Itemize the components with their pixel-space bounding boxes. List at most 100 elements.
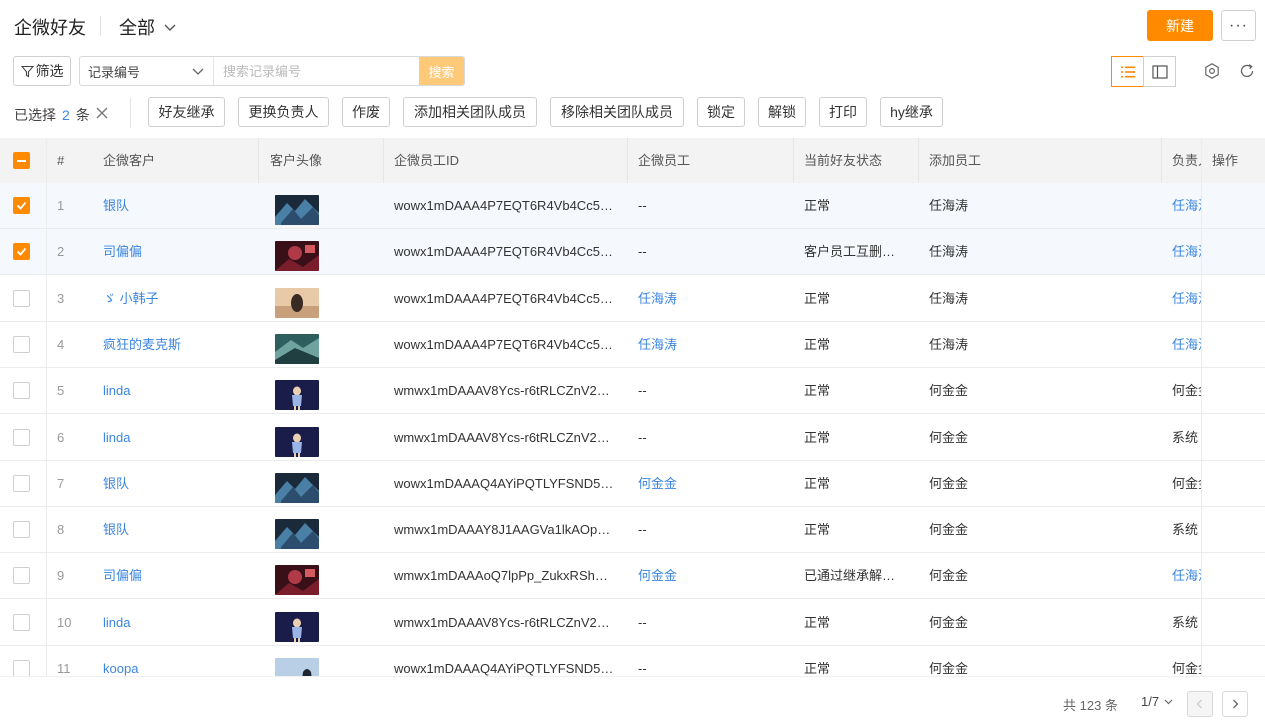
refresh-button[interactable] <box>1237 61 1257 81</box>
employee-cell[interactable]: 任海涛 <box>638 276 788 322</box>
employee-cell[interactable]: 何金金 <box>638 553 788 599</box>
customer-avatar[interactable] <box>275 658 319 676</box>
customer-avatar[interactable] <box>275 426 319 457</box>
table-row[interactable]: 1 银队 wowx1mDAAA4P7EQT6R4Vb4Cc5… -- 正常 任海涛 任海涛 <box>0 183 1265 229</box>
customer-avatar[interactable] <box>275 195 319 225</box>
status-cell: 正常 <box>804 475 831 491</box>
row-checkbox[interactable] <box>13 197 30 214</box>
status-cell: 正常 <box>804 429 831 445</box>
column-header-customer[interactable]: 企微客户 <box>103 138 155 183</box>
column-separator <box>258 138 259 183</box>
employee-id-cell: wmwx1mDAAAoQ7lpPp_ZukxRSh… <box>394 568 608 584</box>
table-row[interactable]: 10 linda wmwx1mDAAAV8Ycs-r6tRLCZnV2… -- 正常 何金… <box>0 600 1265 646</box>
unlock-button[interactable]: 解锁 <box>758 97 806 127</box>
remove-team-member-button[interactable]: 移除相关团队成员 <box>550 97 684 127</box>
new-button[interactable]: 新建 <box>1147 10 1213 41</box>
prev-page-button[interactable] <box>1187 691 1213 717</box>
table-row[interactable]: 9 司偏偏 wmwx1mDAAAoQ7lpPp_ZukxRSh… 何金金 已通过继承解…… <box>0 553 1265 600</box>
table-row[interactable]: 4 疯狂的麦克斯 wowx1mDAAA4P7EQT6R4Vb4Cc5… 任海涛 正常 任海… <box>0 322 1265 368</box>
page-selector[interactable]: 1/7 <box>1141 694 1174 709</box>
employee-id-cell: wowx1mDAAA4P7EQT6R4Vb4Cc5… <box>394 198 613 213</box>
customer-cell[interactable]: ゞ 小韩子 <box>103 276 253 322</box>
customer-cell[interactable]: 司偏偏 <box>103 229 253 275</box>
select-all-checkbox[interactable] <box>13 152 30 169</box>
customer-cell[interactable]: koopa <box>103 646 253 676</box>
row-index: 5 <box>57 383 65 399</box>
customer-cell[interactable]: linda <box>103 600 253 646</box>
total-count: 共 123 条 <box>1063 698 1118 713</box>
view-selector[interactable]: 全部 <box>119 14 177 40</box>
owner-cell[interactable]: 任海涛 <box>1172 183 1201 229</box>
column-header-employee-id[interactable]: 企微员工ID <box>394 138 459 183</box>
status-cell: 已通过继承解… <box>804 568 896 584</box>
employee-cell: -- <box>638 198 647 213</box>
table-row[interactable]: 8 银队 wmwx1mDAAAY8J1AAGVa1lkAOp… -- 正常 何金金 系统 <box>0 507 1265 554</box>
settings-button[interactable] <box>1202 61 1222 81</box>
owner-cell[interactable]: 任海涛 <box>1172 553 1201 599</box>
void-button[interactable]: 作废 <box>342 97 390 127</box>
customer-avatar[interactable] <box>275 380 319 411</box>
row-index: 1 <box>57 198 65 213</box>
column-header-actions: 操作 <box>1212 153 1239 168</box>
column-header-owner[interactable]: 负责人 <box>1172 138 1201 183</box>
change-owner-button[interactable]: 更换负责人 <box>238 97 329 127</box>
column-header-avatar[interactable]: 客户头像 <box>270 138 322 183</box>
row-checkbox[interactable] <box>13 660 30 676</box>
lock-button[interactable]: 锁定 <box>697 97 745 127</box>
employee-cell[interactable]: 何金金 <box>638 461 788 507</box>
row-checkbox[interactable] <box>13 289 30 307</box>
chevron-right-icon <box>1233 699 1239 709</box>
table-row[interactable]: 3ゞ 小韩子 wowx1mDAAA4P7EQT6R4Vb4Cc5… 任海涛 正常 任海涛… <box>0 276 1265 322</box>
filter-button[interactable]: 筛选 <box>13 56 71 86</box>
split-view-button[interactable] <box>1143 56 1176 87</box>
customer-cell[interactable]: 银队 <box>103 461 253 507</box>
customer-cell[interactable]: 疯狂的麦克斯 <box>103 322 253 368</box>
customer-cell[interactable]: linda <box>103 368 253 414</box>
search-input[interactable] <box>214 57 419 85</box>
customer-cell[interactable]: 银队 <box>103 507 253 553</box>
row-checkbox[interactable] <box>13 474 30 492</box>
row-checkbox[interactable] <box>13 613 30 631</box>
owner-cell[interactable]: 任海涛 <box>1172 229 1201 275</box>
employee-id-cell: wowx1mDAAAQ4AYiPQTLYFSND5… <box>394 475 614 491</box>
more-button[interactable]: ··· <box>1221 10 1256 41</box>
row-checkbox[interactable] <box>13 243 30 261</box>
list-view-button[interactable] <box>1111 56 1144 87</box>
table-row[interactable]: 7银队wowx1mDAAAQ4AYiPQTLYFSND5…何金金正常何金金何金金 <box>0 461 1265 507</box>
hy-inherit-button[interactable]: hy继承 <box>880 97 943 127</box>
column-header-employee[interactable]: 企微员工 <box>638 138 690 183</box>
column-separator <box>793 138 794 183</box>
search-button[interactable]: 搜索 <box>419 57 464 85</box>
add-team-member-button[interactable]: 添加相关团队成员 <box>403 97 537 127</box>
row-checkbox[interactable] <box>13 382 30 400</box>
customer-avatar[interactable] <box>275 472 319 503</box>
employee-cell: -- <box>638 661 647 676</box>
column-header-adder[interactable]: 添加员工 <box>929 138 981 183</box>
customer-avatar[interactable] <box>275 519 319 550</box>
clear-selection-icon[interactable] <box>95 106 109 120</box>
print-button[interactable]: 打印 <box>819 97 867 127</box>
customer-avatar[interactable] <box>275 333 319 364</box>
customer-avatar[interactable] <box>275 611 319 642</box>
customer-cell[interactable]: 司偏偏 <box>103 553 253 599</box>
table-row[interactable]: 6 linda wmwx1mDAAAV8Ycs-r6tRLCZnV2… -- 正常 何金金… <box>0 415 1265 461</box>
inherit-friend-button[interactable]: 好友继承 <box>148 97 225 127</box>
row-checkbox[interactable] <box>13 428 30 446</box>
row-checkbox[interactable] <box>13 567 30 585</box>
customer-avatar[interactable] <box>275 565 319 596</box>
customer-avatar[interactable] <box>275 287 319 318</box>
next-page-button[interactable] <box>1222 691 1248 717</box>
column-header-status[interactable]: 当前好友状态 <box>804 138 882 183</box>
customer-avatar[interactable] <box>275 241 319 272</box>
table-row[interactable]: 2 司偏偏 wowx1mDAAA4P7EQT6R4Vb4Cc5… -- 客户员工互删… 任… <box>0 229 1265 276</box>
customer-cell[interactable]: linda <box>103 415 253 461</box>
table-row[interactable]: 11 koopa wowx1mDAAAQ4AYiPQTLYFSND5… -- 正常 何金金… <box>0 646 1265 676</box>
row-checkbox[interactable] <box>13 335 30 353</box>
employee-cell[interactable]: 任海涛 <box>638 322 788 368</box>
table-row[interactable]: 5 linda wmwx1mDAAAV8Ycs-r6tRLCZnV2… -- 正常 何金金… <box>0 368 1265 415</box>
owner-cell[interactable]: 任海涛 <box>1172 322 1201 368</box>
search-field-select[interactable]: 记录编号 <box>80 57 214 85</box>
owner-cell[interactable]: 任海涛 <box>1172 276 1201 322</box>
customer-cell[interactable]: 银队 <box>103 183 253 229</box>
row-checkbox[interactable] <box>13 521 30 539</box>
